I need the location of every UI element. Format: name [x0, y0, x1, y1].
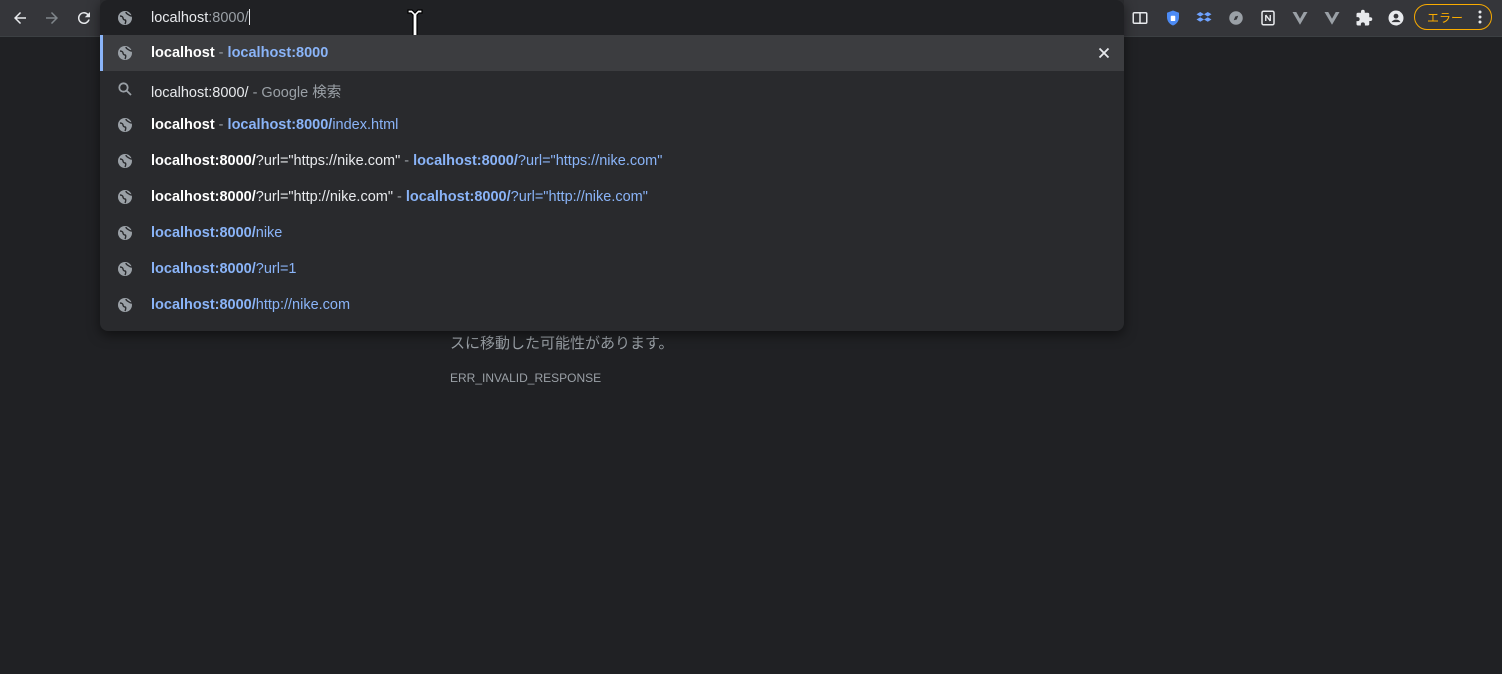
dropbox-icon — [1196, 12, 1212, 22]
suggestion-text-part: localhost — [151, 45, 215, 61]
suggestion-text-part: localhost:8000/ — [151, 297, 256, 313]
suggestion-text: localhost:8000/?url="http://nike.com" - … — [151, 189, 648, 205]
arrow-right-icon — [46, 12, 58, 24]
suggestion-text-part: localhost:8000/ — [151, 85, 249, 101]
compass-icon — [1229, 11, 1243, 25]
puzzle-icon — [1356, 9, 1373, 26]
vue-devtools-icon — [1324, 12, 1340, 25]
forward-button[interactable] — [40, 6, 64, 30]
error-code: ERR_INVALID_RESPONSE — [450, 371, 602, 385]
suggestion-text: localhost:8000/?url=1 — [151, 261, 296, 277]
omnibox-dropdown: localhost:8000/ localhost - localhost:80… — [100, 0, 1124, 331]
suggestion-row[interactable]: localhost:8000/ - Google 検索 — [100, 71, 1124, 107]
suggestion-text-part: index.html — [332, 117, 399, 133]
suggestion-text: localhost - localhost:8000 — [151, 45, 328, 61]
address-bar[interactable]: localhost:8000/ — [100, 0, 1124, 43]
profile-button[interactable] — [1385, 7, 1407, 29]
globe-icon — [118, 46, 133, 60]
suggestion-text-part: localhost:8000/ — [413, 153, 518, 169]
suggestion-text-part: ?url="https://nike.com" — [255, 153, 401, 169]
search-icon — [118, 82, 132, 96]
extensions-menu-button[interactable] — [1353, 7, 1375, 29]
suggestion-text-part: - Google 検索 — [248, 85, 342, 101]
back-button[interactable] — [8, 6, 32, 30]
suggestion-row[interactable]: localhost:8000/nike — [100, 215, 1124, 251]
suggestion-text-part: localhost:8000/ — [151, 153, 256, 169]
suggestion-text-part: localhost:8000/ — [151, 189, 256, 205]
extension-compass-button[interactable] — [1225, 7, 1247, 29]
extension-dropbox-button[interactable] — [1193, 7, 1215, 29]
suggestion-text-part: ?url="http://nike.com" — [510, 189, 648, 205]
globe-icon — [118, 262, 133, 276]
suggestion-text-part: - — [393, 189, 406, 205]
address-input[interactable]: localhost:8000/ — [151, 9, 250, 26]
suggestion-text: localhost:8000/ - Google 検索 — [151, 81, 341, 102]
suggestion-text-part: nike — [255, 225, 283, 241]
arrow-left-icon — [14, 12, 26, 24]
suggestion-row[interactable]: localhost - localhost:8000/index.html — [100, 107, 1124, 143]
suggestion-text-part: localhost:8000 — [227, 45, 329, 61]
error-message: スに移動した可能性があります。 — [450, 335, 674, 352]
suggestion-text-part: ?url="http://nike.com" — [255, 189, 393, 205]
suggestion-text-part: - — [214, 45, 228, 61]
reading-list-button[interactable] — [1129, 7, 1151, 29]
globe-icon — [118, 11, 133, 25]
suggestion-text-part: localhost:8000/ — [227, 117, 333, 133]
suggestion-row[interactable]: localhost - localhost:8000 — [100, 35, 1124, 71]
vue-devtools-icon — [1292, 12, 1308, 25]
kebab-menu-icon[interactable] — [1478, 10, 1482, 24]
autocomplete-suffix: :8000/ — [208, 10, 249, 26]
avatar-icon — [1388, 10, 1404, 26]
suggestion-text-part: localhost:8000/ — [151, 261, 256, 277]
globe-icon — [118, 226, 133, 240]
extension-vue2-button[interactable] — [1321, 7, 1343, 29]
suggestion-text-part: localhost:8000/ — [151, 225, 256, 241]
suggestion-text: localhost:8000/http://nike.com — [151, 297, 350, 313]
suggestion-text-part: - — [400, 153, 414, 169]
suggestion-row[interactable]: localhost:8000/?url=1 — [100, 251, 1124, 287]
profile-error-badge[interactable]: エラー — [1414, 4, 1492, 30]
notion-icon — [1261, 10, 1275, 26]
typed-host: localhost — [151, 10, 209, 26]
suggestion-text-part: http://nike.com — [255, 297, 351, 313]
extension-notion-button[interactable] — [1257, 7, 1279, 29]
globe-icon — [118, 118, 133, 132]
reload-icon — [77, 12, 90, 25]
suggestion-text: localhost:8000/?url="https://nike.com" -… — [151, 153, 662, 169]
globe-icon — [118, 298, 133, 312]
split-view-icon — [1132, 12, 1148, 24]
text-caret — [248, 9, 250, 25]
suggestion-text-part: ?url=1 — [255, 261, 297, 277]
remove-suggestion-icon[interactable] — [1097, 46, 1111, 60]
suggestion-row[interactable]: localhost:8000/?url="http://nike.com" - … — [100, 179, 1124, 215]
suggestion-row[interactable]: localhost:8000/http://nike.com — [100, 287, 1124, 323]
reload-button[interactable] — [72, 6, 96, 30]
suggestion-text-part: - — [214, 117, 228, 133]
suggestion-text: localhost:8000/nike — [151, 225, 282, 241]
shield-icon — [1167, 10, 1179, 26]
suggestion-text: localhost - localhost:8000/index.html — [151, 117, 398, 133]
suggestion-text-part: localhost:8000/ — [405, 189, 511, 205]
suggestion-text-part: ?url="https://nike.com" — [517, 153, 663, 169]
globe-icon — [118, 190, 133, 204]
profile-error-label: エラー — [1427, 10, 1464, 25]
suggestion-text-part: localhost — [151, 117, 215, 133]
extension-vue-button[interactable] — [1289, 7, 1311, 29]
suggestion-row[interactable]: localhost:8000/?url="https://nike.com" -… — [100, 143, 1124, 179]
extension-shield-button[interactable] — [1162, 7, 1184, 29]
globe-icon — [118, 154, 133, 168]
